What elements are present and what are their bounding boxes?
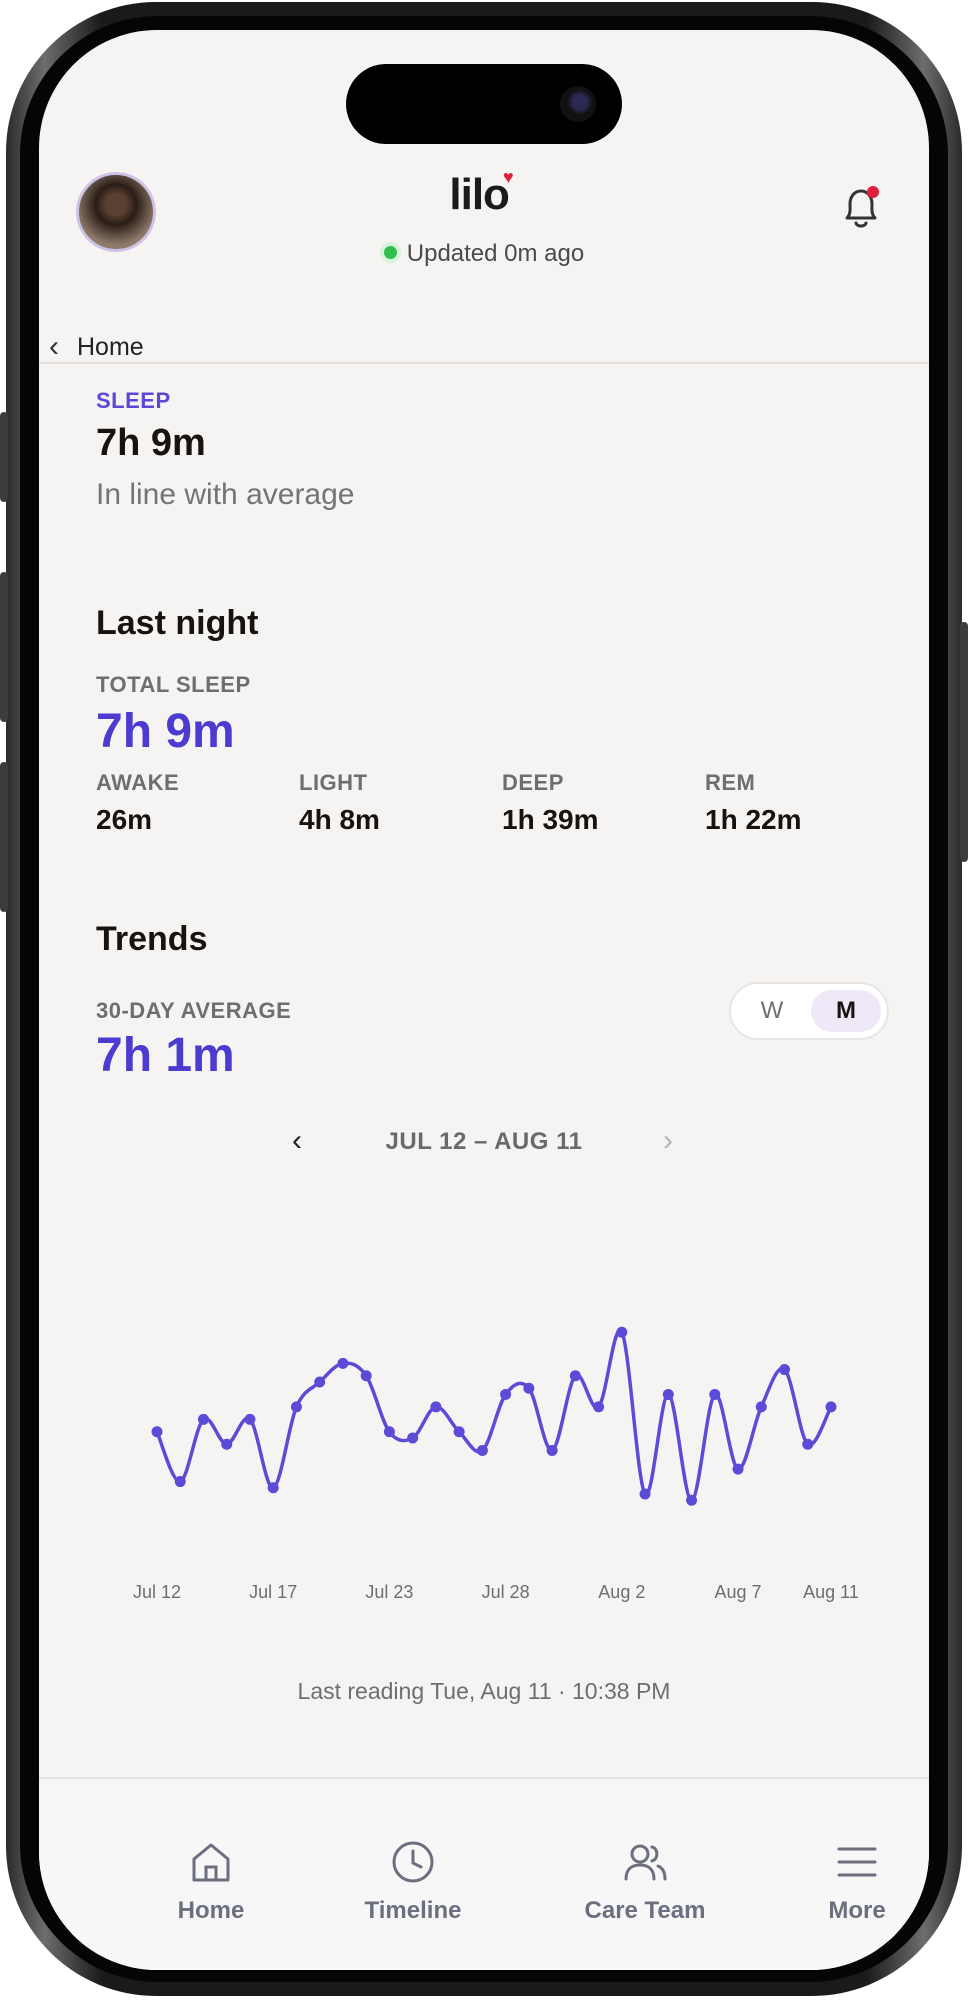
data-point[interactable] [430, 1401, 442, 1413]
chevron-left-icon: ‹ [49, 330, 59, 363]
total-sleep-value: 7h 9m [96, 705, 235, 758]
sleep-duration: 7h 9m [96, 422, 206, 464]
x-tick-label: Jul 28 [482, 1582, 530, 1602]
last-night-title: Last night [96, 604, 259, 642]
sync-status: Updated 0m ago [39, 240, 929, 268]
sleep-comparison: In line with average [96, 478, 355, 511]
heart-icon: ♥ [502, 167, 514, 187]
series-line [155, 1328, 833, 1502]
data-point[interactable] [290, 1401, 302, 1413]
data-point[interactable] [779, 1364, 791, 1376]
data-point[interactable] [755, 1401, 767, 1413]
x-tick-label: Aug 11 [803, 1582, 859, 1602]
online-status-dot [383, 246, 397, 259]
data-point[interactable] [197, 1413, 209, 1425]
tab-label: Care Team [584, 1897, 706, 1924]
data-point[interactable] [174, 1476, 186, 1488]
week-option[interactable]: W [737, 990, 807, 1032]
stage-awake: AWAKE 26m [96, 770, 296, 836]
stage-light: LIGHT 4h 8m [299, 770, 499, 836]
tab-label: Home [177, 1897, 245, 1924]
home-icon [192, 1843, 230, 1882]
data-point[interactable] [453, 1426, 465, 1438]
back-button[interactable]: ‹ Home [49, 330, 144, 364]
data-point[interactable] [569, 1370, 581, 1382]
period-toggle[interactable]: W M [729, 982, 889, 1040]
tab-bar: Home Timeline Care Team More [39, 1777, 929, 1970]
data-point[interactable] [593, 1401, 605, 1413]
data-point[interactable] [825, 1401, 837, 1413]
updated-text: Updated 0m ago [406, 240, 585, 267]
header-divider [39, 362, 929, 364]
power-button [960, 622, 968, 862]
data-point[interactable] [500, 1388, 512, 1400]
volume-up-button [0, 572, 8, 722]
data-point[interactable] [267, 1482, 279, 1494]
average-value: 7h 1m [96, 1029, 235, 1082]
menu-icon [837, 1847, 877, 1877]
tab-label: More [828, 1897, 886, 1924]
date-range: JUL 12 – AUG 11 [385, 1128, 583, 1155]
stage-label: LIGHT [299, 770, 368, 795]
app-screen: lilo♥ Updated 0m ago ‹ Home SLEEP 7h 9m I… [39, 30, 929, 1970]
camera [560, 86, 596, 122]
stage-deep: DEEP 1h 39m [502, 770, 702, 836]
tab-label: Timeline [364, 1897, 462, 1924]
data-point[interactable] [686, 1494, 698, 1506]
data-point[interactable] [314, 1376, 326, 1388]
data-point[interactable] [360, 1370, 372, 1382]
last-reading: Last reading Tue, Aug 11 · 10:38 PM [297, 1678, 671, 1704]
data-point[interactable] [221, 1438, 233, 1450]
data-point[interactable] [639, 1488, 651, 1500]
x-tick-label: Jul 17 [249, 1582, 297, 1602]
month-option[interactable]: M [811, 990, 881, 1032]
dynamic-island [346, 64, 622, 144]
stage-label: REM [705, 770, 756, 795]
data-point[interactable] [151, 1426, 163, 1438]
data-point[interactable] [244, 1413, 256, 1425]
section-label: SLEEP [96, 388, 171, 413]
data-point[interactable] [709, 1388, 721, 1400]
average-label: 30-DAY AVERAGE [96, 998, 292, 1023]
data-point[interactable] [337, 1357, 349, 1369]
data-point[interactable] [616, 1326, 628, 1338]
total-sleep-label: TOTAL SLEEP [96, 672, 251, 697]
stage-value: 1h 39m [502, 804, 599, 835]
data-point[interactable] [523, 1382, 535, 1394]
tab-more[interactable]: More [767, 1837, 929, 1925]
stage-value: 4h 8m [299, 804, 380, 835]
tab-care-team[interactable]: Care Team [555, 1837, 735, 1925]
x-tick-label: Aug 7 [715, 1582, 762, 1602]
action-button [0, 412, 8, 502]
data-point[interactable] [802, 1438, 814, 1450]
people-icon [624, 1844, 667, 1881]
x-tick-label: Aug 2 [598, 1582, 645, 1602]
next-range-chevron-icon[interactable]: › [663, 1124, 673, 1158]
data-point[interactable] [383, 1426, 395, 1438]
stage-label: DEEP [502, 770, 564, 795]
sleep-trend-chart: Jul 12 Jul 17 Jul 23 Jul 28 Aug 2 Aug 7 Aug 11 [133, 1326, 859, 1602]
data-point[interactable] [407, 1432, 419, 1444]
x-tick-label: Jul 12 [133, 1582, 181, 1602]
tab-timeline[interactable]: Timeline [323, 1837, 503, 1925]
stage-value: 26m [96, 804, 153, 835]
clock-icon [392, 1841, 434, 1883]
trends-title: Trends [96, 920, 208, 958]
stage-value: 1h 22m [705, 804, 802, 835]
data-point[interactable] [546, 1444, 558, 1456]
tab-home[interactable]: Home [121, 1837, 301, 1925]
data-point[interactable] [732, 1463, 744, 1475]
stage-rem: REM 1h 22m [705, 770, 905, 836]
x-tick-label: Jul 23 [365, 1582, 413, 1602]
stage-label: AWAKE [96, 770, 180, 795]
logo-text: lilo [449, 170, 510, 219]
data-point[interactable] [662, 1388, 674, 1400]
back-label: Home [77, 332, 144, 361]
volume-down-button [0, 762, 8, 912]
app-logo: lilo♥ [39, 167, 929, 220]
notifications-bell-icon[interactable] [833, 180, 889, 236]
data-point[interactable] [476, 1444, 488, 1456]
